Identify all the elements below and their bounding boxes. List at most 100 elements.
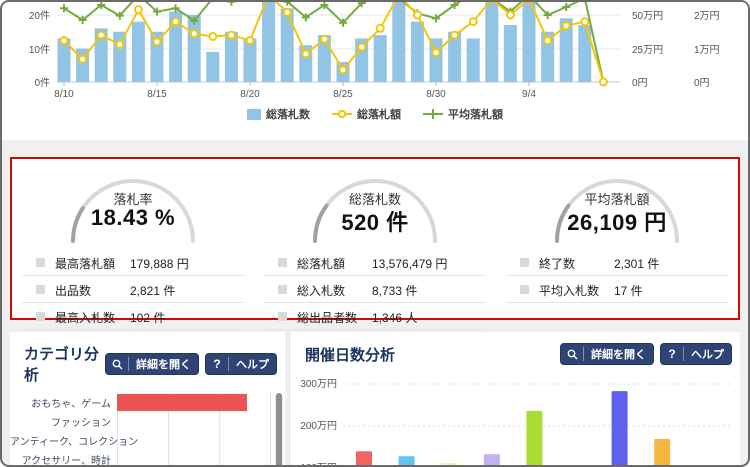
stat-label: 総入札数: [297, 284, 346, 298]
gauge-total-count: 総落札数 520 件: [254, 165, 496, 245]
stat-label: 終了数: [539, 257, 576, 271]
stat-row: 総入札数 8,733 件: [264, 276, 486, 303]
svg-text:200万円: 200万円: [300, 421, 337, 432]
gauge-win-rate: 落札率 18.43 %: [12, 165, 254, 245]
stat-row: 終了数 2,301 件: [506, 249, 728, 276]
gauge-value: 18.43 %: [90, 205, 176, 230]
stat-column-2: 総落札額 13,576,479 円 総入札数 8,733 件 総出品者数 1,346 …: [254, 249, 496, 330]
category-analysis-panel: カテゴリ分析 詳細を開く ? ヘルプ おもちゃ、ゲーム ファッション アンティー…: [10, 332, 285, 465]
stat-label: 最高落札額: [55, 257, 116, 271]
stat-value: 179,888 円: [130, 257, 189, 271]
line-circle-swatch-icon: [332, 108, 352, 120]
legend-label: 平均落札額: [448, 109, 503, 121]
legend-item-total-count[interactable]: 総落札数: [247, 106, 310, 122]
stat-value: 2,821 件: [130, 284, 176, 298]
svg-text:1万円: 1万円: [694, 45, 720, 56]
stat-value: 102 件: [130, 311, 166, 325]
category-label: アクセサリー、時計: [21, 456, 111, 465]
bar-swatch-icon: [247, 108, 261, 120]
svg-text:25万円: 25万円: [632, 45, 663, 56]
gauges-row: 落札率 18.43 % 総落札数 520 件 平均落札額 26,109 円: [12, 165, 738, 245]
category-row: ファッション: [10, 412, 285, 431]
svg-text:0円: 0円: [694, 78, 710, 89]
magnifier-icon: [106, 357, 129, 371]
category-row: アンティーク、コレクション: [10, 431, 285, 450]
question-icon: ?: [206, 357, 229, 371]
svg-text:10件: 10件: [29, 44, 50, 56]
stat-row: 出品数 2,821 件: [22, 276, 244, 303]
legend-label: 総落札額: [357, 109, 401, 121]
svg-text:8/25: 8/25: [333, 89, 353, 100]
stat-row: 平均入札数 17 件: [506, 276, 728, 303]
bullet-square-icon: [520, 258, 529, 267]
svg-text:50万円: 50万円: [632, 11, 663, 22]
legend-label: 総落札数: [266, 109, 310, 121]
legend-item-total-amount[interactable]: 総落札額: [332, 106, 401, 122]
stat-row: 最高落札額 179,888 円: [22, 249, 244, 276]
bullet-square-icon: [36, 285, 45, 294]
bullet-square-icon: [278, 258, 287, 267]
svg-text:0件: 0件: [34, 77, 50, 89]
chart-legend: 総落札数 総落札額 平均落札額: [2, 106, 748, 122]
scrollbar-track[interactable]: [275, 393, 283, 465]
auction-dashboard-window: 8/10 8/15 8/20 8/25 8/30 9/4 0件 10件 20件 0円 25万円 50万…: [0, 0, 750, 467]
svg-text:100万円: 100万円: [300, 463, 337, 465]
gauge-average-amount: 平均落札額 26,109 円: [496, 165, 738, 245]
svg-text:2万円: 2万円: [694, 11, 720, 22]
stat-label: 総落札額: [297, 257, 346, 271]
gauge-value: 26,109 円: [567, 210, 667, 235]
svg-text:8/10: 8/10: [54, 89, 74, 100]
stats-row: 最高落札額 179,888 円 出品数 2,821 件 最高入札数 102 件 総落札…: [12, 249, 738, 330]
stat-value: 1,346 人: [372, 311, 418, 325]
legend-item-average-amount[interactable]: 平均落札額: [423, 106, 503, 122]
svg-text:20件: 20件: [29, 10, 50, 22]
gauge-value: 520 件: [341, 210, 409, 235]
svg-text:0円: 0円: [632, 78, 648, 89]
stat-value: 13,576,479 円: [372, 257, 448, 271]
open-detail-button[interactable]: 詳細を開く: [560, 343, 654, 365]
bullet-square-icon: [36, 312, 45, 321]
category-label: アンティーク、コレクション: [10, 437, 139, 448]
stat-column-1: 最高落札額 179,888 円 出品数 2,821 件 最高入札数 102 件: [12, 249, 254, 330]
panel-title: 開催日数分析: [305, 346, 396, 364]
bullet-square-icon: [278, 312, 287, 321]
svg-text:8/15: 8/15: [147, 89, 167, 100]
question-icon: ?: [661, 347, 684, 361]
bullet-square-icon: [278, 285, 287, 294]
line-plus-swatch-icon: [423, 108, 443, 120]
category-row: おもちゃ、ゲーム: [10, 393, 285, 412]
stat-value: 17 件: [614, 284, 643, 298]
scrollbar-thumb[interactable]: [276, 393, 282, 465]
open-detail-button[interactable]: 詳細を開く: [105, 353, 199, 375]
stat-label: 最高入札数: [55, 311, 116, 325]
stat-value: 8,733 件: [372, 284, 418, 298]
duration-bar-chart[interactable]: 300万円 200万円 100万円: [291, 371, 740, 465]
stat-label: 総出品者数: [297, 311, 358, 325]
stat-value: 2,301 件: [614, 257, 660, 271]
daily-combo-chart[interactable]: 8/10 8/15 8/20 8/25 8/30 9/4 0件 10件 20件 0円 25万円 50万…: [2, 2, 750, 102]
svg-text:8/30: 8/30: [426, 89, 446, 100]
svg-text:9/4: 9/4: [522, 89, 536, 100]
duration-days-analysis-panel: 開催日数分析 詳細を開く ? ヘルプ 300万円 200万円 100万円: [291, 332, 740, 465]
stat-row: 総出品者数 1,346 人: [264, 303, 486, 330]
stat-row: 総落札額 13,576,479 円: [264, 249, 486, 276]
summary-section: 落札率 18.43 % 総落札数 520 件 平均落札額 26,109 円 最高…: [10, 157, 740, 330]
category-row: アクセサリー、時計: [10, 450, 285, 465]
bullet-square-icon: [36, 258, 45, 267]
help-button[interactable]: ? ヘルプ: [660, 343, 732, 365]
bullet-square-icon: [520, 285, 529, 294]
help-button[interactable]: ? ヘルプ: [205, 353, 277, 375]
stat-label: 出品数: [55, 284, 92, 298]
svg-text:8/20: 8/20: [240, 89, 260, 100]
category-bar[interactable]: [117, 394, 248, 411]
category-label: ファッション: [51, 418, 111, 429]
svg-text:300万円: 300万円: [300, 379, 337, 390]
category-label: おもちゃ、ゲーム: [31, 399, 111, 410]
bottom-row: カテゴリ分析 詳細を開く ? ヘルプ おもちゃ、ゲーム ファッション アンティー…: [10, 332, 740, 465]
stat-label: 平均入札数: [539, 284, 600, 298]
category-bar-chart[interactable]: おもちゃ、ゲーム ファッション アンティーク、コレクション アクセサリー、時計 …: [10, 393, 285, 465]
stat-row: 最高入札数 102 件: [22, 303, 244, 330]
magnifier-icon: [561, 347, 584, 361]
stat-column-3: 終了数 2,301 件 平均入札数 17 件: [496, 249, 738, 330]
panel-title: カテゴリ分析: [24, 346, 100, 384]
